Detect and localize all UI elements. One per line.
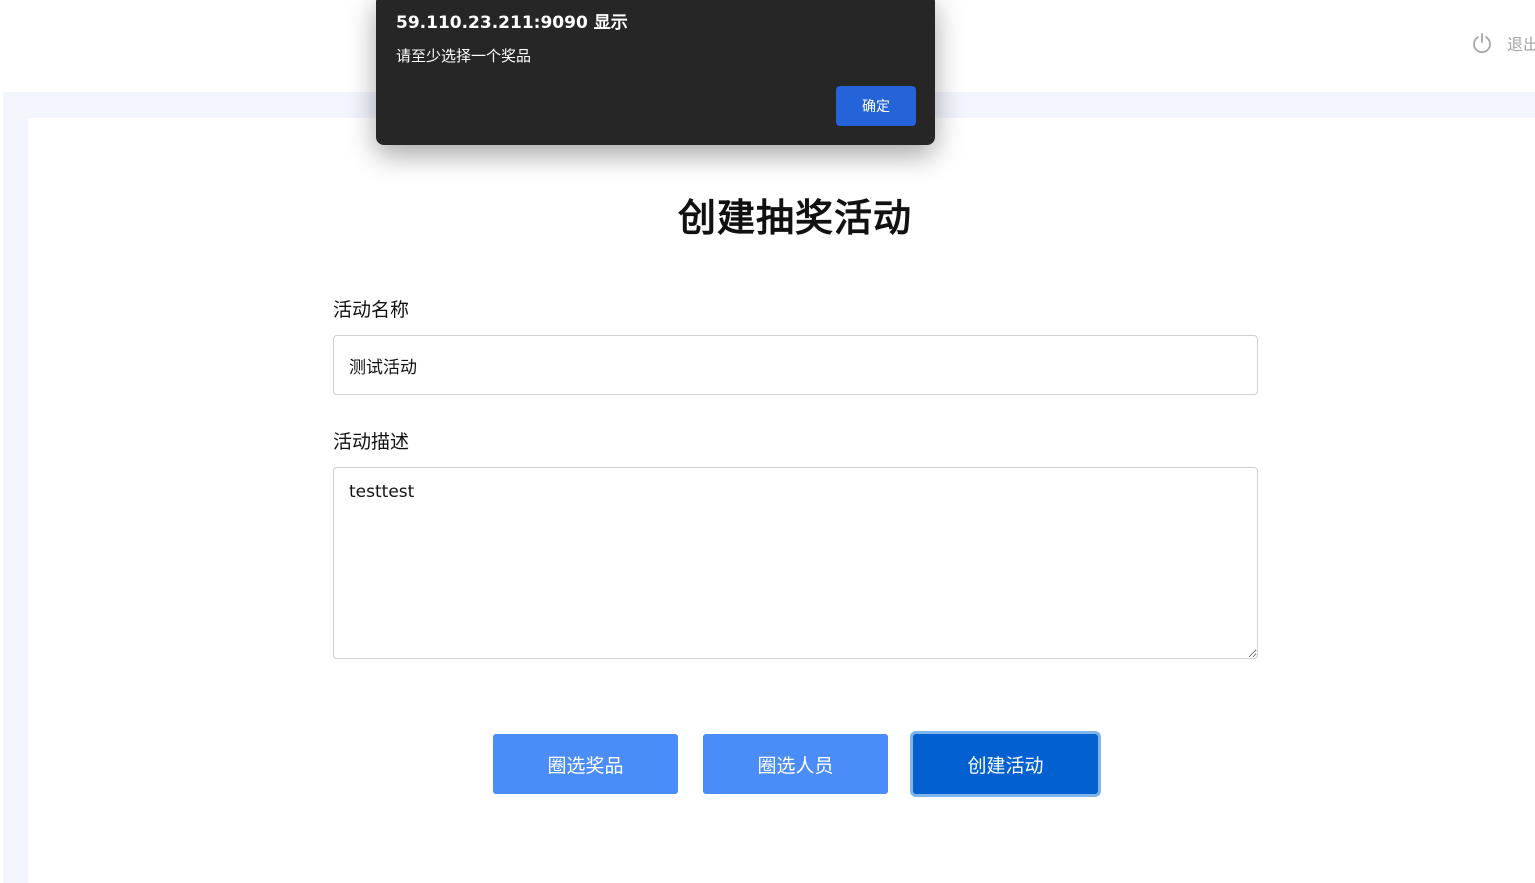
alert-dialog-title: 59.110.23.211:9090 显示 <box>396 13 628 33</box>
alert-ok-button[interactable]: 确定 <box>836 86 916 126</box>
create-activity-button[interactable]: 创建活动 <box>913 734 1098 794</box>
activity-name-input[interactable] <box>333 335 1258 395</box>
logout-label: 退出 <box>1507 35 1535 54</box>
activity-name-label: 活动名称 <box>333 299 410 321</box>
page-title: 创建抽奖活动 <box>677 196 912 240</box>
alert-dialog-message: 请至少选择一个奖品 <box>396 47 532 65</box>
power-icon <box>1473 33 1491 54</box>
logout-button[interactable]: 退出 <box>1471 30 1535 56</box>
alert-dialog: 59.110.23.211:9090 显示 请至少选择一个奖品 确定 <box>376 0 935 145</box>
activity-description-label: 活动描述 <box>333 431 410 453</box>
select-people-button[interactable]: 圈选人员 <box>703 734 888 794</box>
activity-description-textarea[interactable]: testtest <box>333 467 1258 659</box>
select-prize-button[interactable]: 圈选奖品 <box>493 734 678 794</box>
